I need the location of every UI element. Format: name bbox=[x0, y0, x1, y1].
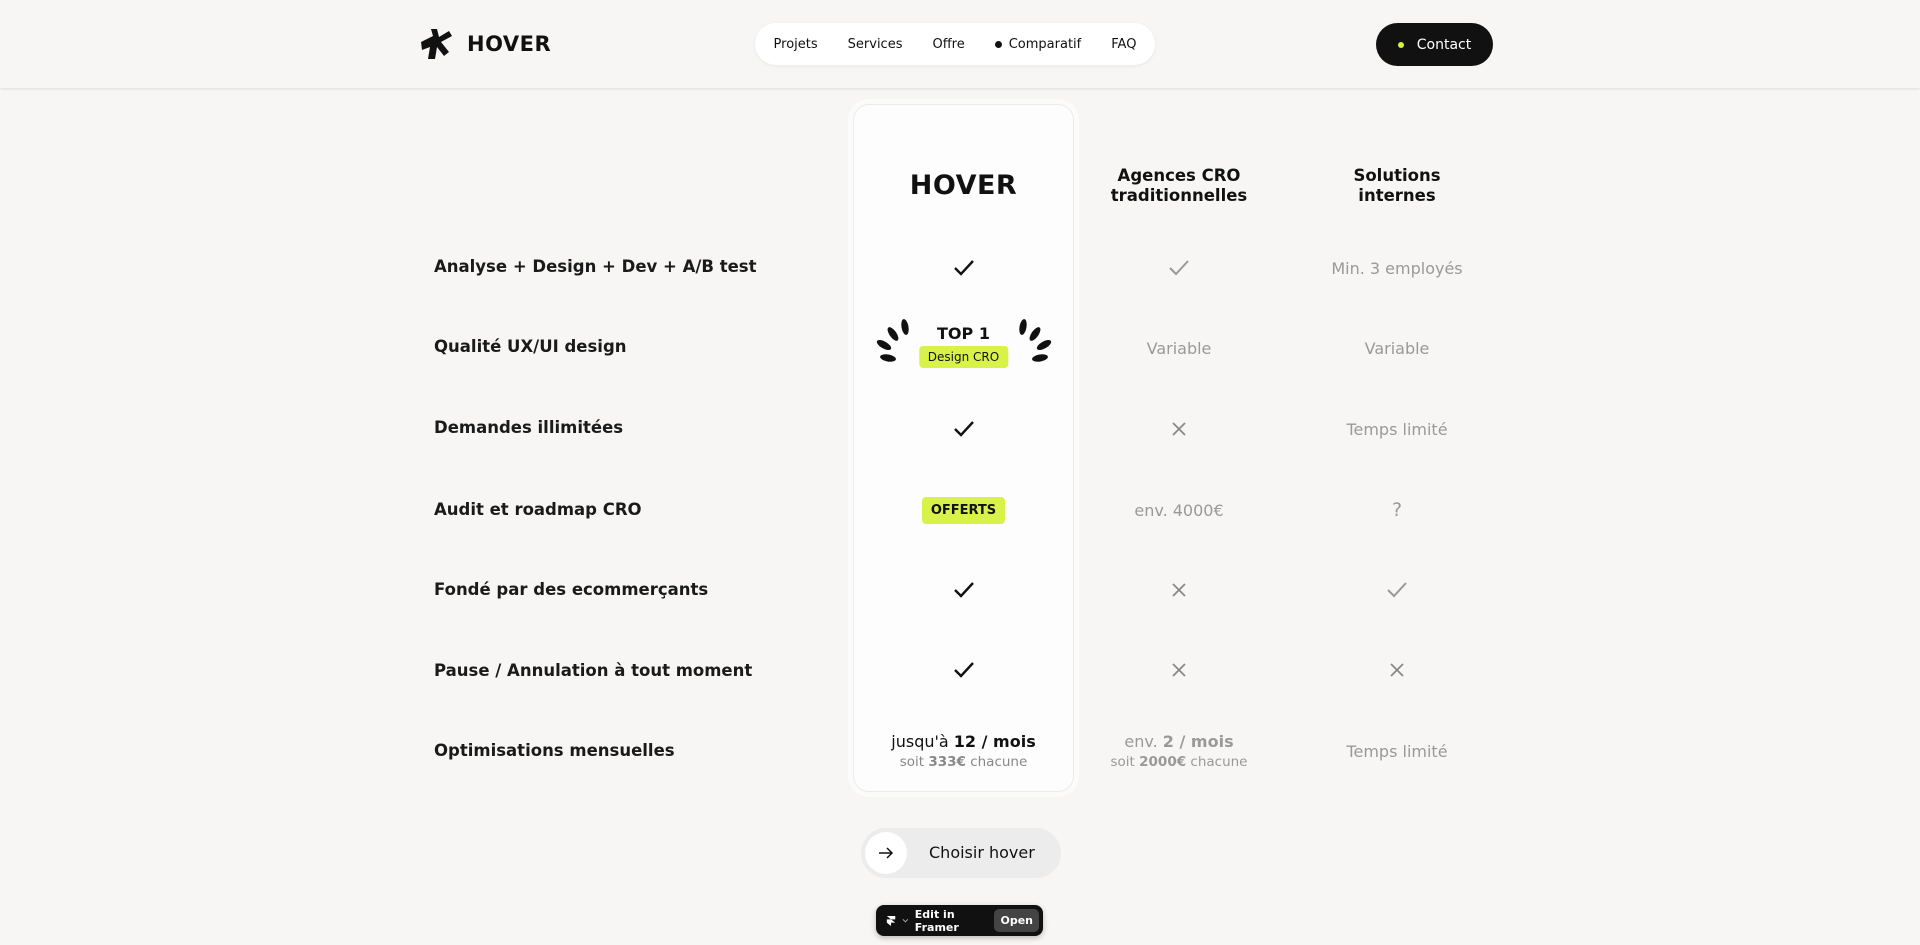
open-button[interactable]: Open bbox=[994, 909, 1039, 932]
cross-icon bbox=[1070, 654, 1288, 686]
brand-name: HOVER bbox=[467, 32, 552, 56]
contact-label: Contact bbox=[1416, 36, 1472, 53]
hover-column-title: HOVER bbox=[909, 170, 1018, 201]
row-label-analyse: Analyse + Design + Dev + A/B test bbox=[434, 257, 757, 276]
check-icon bbox=[1288, 574, 1506, 606]
nav-label: FAQ bbox=[1111, 36, 1137, 52]
hover-price: jusqu'à 12 / mois soit 333€ chacune bbox=[853, 726, 1074, 776]
top1-award: TOP 1 Design CRO bbox=[853, 318, 1074, 378]
row-label-demandes: Demandes illimitées bbox=[434, 418, 624, 437]
nav-label: Comparatif bbox=[1008, 36, 1082, 52]
internes-value: ? bbox=[1391, 499, 1403, 521]
chevron-down-icon[interactable] bbox=[902, 918, 909, 924]
column-title-line: internes bbox=[1358, 186, 1436, 205]
row-label-optimisations: Optimisations mensuelles bbox=[434, 741, 675, 760]
contact-button[interactable]: Contact bbox=[1376, 23, 1493, 66]
laurel-right-icon bbox=[1018, 319, 1051, 362]
internes-value: Temps limité bbox=[1346, 419, 1448, 439]
nav-label: Services bbox=[847, 36, 903, 52]
price-sub-value: 333€ bbox=[928, 754, 966, 770]
nav-item-faq[interactable]: FAQ bbox=[1111, 37, 1136, 52]
agences-value: Variable bbox=[1146, 338, 1212, 358]
nav-item-projets[interactable]: Projets bbox=[774, 37, 818, 52]
design-cro-badge: Design CRO bbox=[918, 346, 1009, 368]
internes-value: Variable bbox=[1364, 338, 1430, 358]
column-title-line: traditionnelles bbox=[1110, 186, 1248, 205]
price-sub-value: 2000€ bbox=[1139, 754, 1187, 770]
check-icon bbox=[853, 574, 1074, 606]
site-header: HOVER Projets Services Offre Comparatif … bbox=[0, 0, 1920, 88]
internes-value: Temps limité bbox=[1346, 741, 1448, 761]
offerts-badge: OFFERTS bbox=[921, 496, 1006, 524]
main-nav: Projets Services Offre Comparatif FAQ bbox=[755, 23, 1155, 65]
price-sub-suffix: chacune bbox=[1186, 754, 1248, 770]
internes-column-title: Solutions internes bbox=[1288, 166, 1506, 206]
check-icon bbox=[853, 413, 1074, 445]
cross-icon bbox=[1070, 574, 1288, 606]
column-title-line: Solutions bbox=[1353, 166, 1441, 185]
agences-value: env. 4000€ bbox=[1134, 500, 1224, 520]
framer-icon bbox=[886, 915, 896, 926]
cross-icon bbox=[1288, 654, 1506, 686]
row-label-pause: Pause / Annulation à tout moment bbox=[434, 661, 753, 680]
cross-icon bbox=[1070, 413, 1288, 445]
hover-column-card bbox=[853, 104, 1074, 792]
nav-item-services[interactable]: Services bbox=[848, 37, 903, 52]
arrow-right-icon bbox=[865, 832, 907, 874]
status-dot-icon bbox=[1397, 41, 1404, 48]
nav-label: Offre bbox=[932, 36, 965, 52]
edit-in-framer-link[interactable]: Edit in Framer bbox=[915, 908, 989, 934]
price-value: 12 / mois bbox=[953, 732, 1036, 751]
price-sub-suffix: chacune bbox=[965, 754, 1028, 770]
nav-label: Projets bbox=[773, 36, 818, 52]
active-dot-icon bbox=[994, 40, 1002, 48]
check-icon bbox=[853, 654, 1074, 686]
price-sub-prefix: soit bbox=[899, 754, 929, 770]
check-icon bbox=[1070, 252, 1288, 284]
framer-badge: Edit in Framer Open bbox=[876, 905, 1043, 936]
row-label-fonde: Fondé par des ecommerçants bbox=[434, 580, 709, 599]
hover-logo-icon bbox=[421, 29, 452, 59]
agences-price: env. 2 / mois soit 2000€ chacune bbox=[1070, 726, 1288, 776]
nav-item-offre[interactable]: Offre bbox=[932, 37, 964, 52]
choose-hover-button[interactable]: Choisir hover bbox=[861, 828, 1061, 878]
price-sub-prefix: soit bbox=[1110, 754, 1140, 770]
nav-item-comparatif[interactable]: Comparatif bbox=[994, 36, 1082, 52]
row-label-audit: Audit et roadmap CRO bbox=[434, 500, 642, 519]
row-label-qualite: Qualité UX/UI design bbox=[434, 337, 627, 356]
check-icon bbox=[853, 252, 1074, 284]
price-value: 2 / mois bbox=[1162, 732, 1234, 751]
price-prefix: env. bbox=[1124, 732, 1163, 751]
price-prefix: jusqu'à bbox=[891, 732, 954, 751]
internes-value: Min. 3 employés bbox=[1331, 258, 1463, 278]
cta-label: Choisir hover bbox=[929, 843, 1035, 862]
logo[interactable]: HOVER bbox=[419, 28, 551, 60]
column-title-line: Agences CRO bbox=[1117, 166, 1241, 185]
agences-column-title: Agences CRO traditionnelles bbox=[1070, 166, 1288, 206]
offerts-badge-cell: OFFERTS bbox=[853, 494, 1074, 526]
